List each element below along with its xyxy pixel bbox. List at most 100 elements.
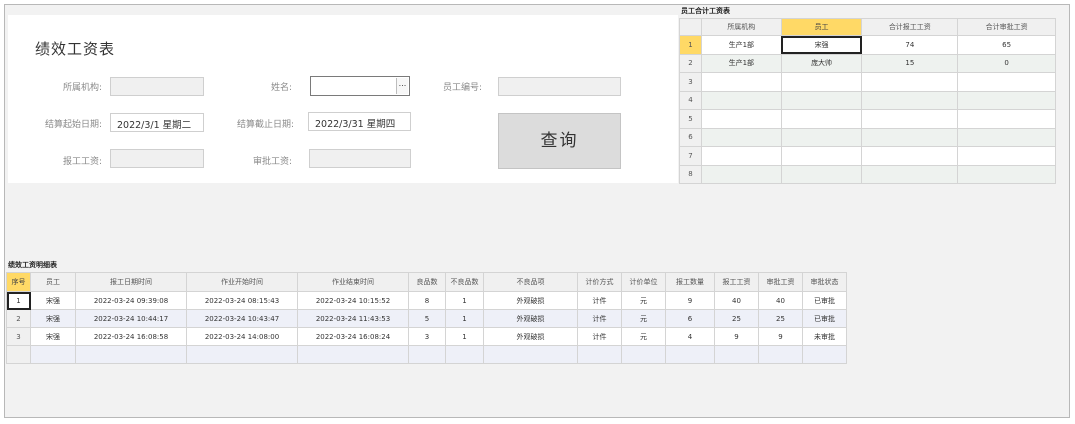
summary-cell-approve[interactable]: 65 [957, 35, 1056, 55]
summary-cell-emp[interactable] [780, 164, 863, 184]
detail-cell[interactable] [483, 345, 578, 364]
summary-cell-org[interactable] [700, 90, 782, 110]
detail-cell[interactable]: 元 [621, 327, 666, 346]
detail-cell[interactable] [445, 345, 484, 364]
detail-cell[interactable] [665, 345, 715, 364]
detail-cell[interactable]: 计件 [577, 309, 622, 328]
summary-cell-emp[interactable]: 宋强 [780, 35, 863, 55]
detail-cell[interactable]: 2022-03-24 10:44:17 [75, 309, 187, 328]
summary-row-header[interactable]: 4 [679, 90, 702, 110]
detail-cell[interactable]: 2022-03-24 14:08:00 [186, 327, 298, 346]
summary-cell-report[interactable] [861, 90, 959, 110]
detail-row-header[interactable]: 3 [6, 327, 31, 346]
summary-cell-emp[interactable] [780, 90, 863, 110]
detail-cell[interactable] [577, 345, 622, 364]
summary-cell-emp[interactable] [780, 109, 863, 129]
summary-cell-report[interactable] [861, 164, 959, 184]
detail-cell[interactable]: 已审批 [802, 291, 847, 310]
summary-cell-org[interactable]: 生产1部 [700, 35, 782, 55]
detail-cell[interactable]: 9 [758, 327, 803, 346]
detail-cell[interactable] [408, 345, 446, 364]
summary-cell-emp[interactable] [780, 146, 863, 166]
summary-cell-emp[interactable]: 庞大帅 [780, 53, 863, 73]
detail-cell[interactable] [802, 345, 847, 364]
start-date-field[interactable]: 2022/3/1 星期二 [110, 113, 204, 132]
summary-cell-approve[interactable] [957, 90, 1056, 110]
summary-cell-report[interactable] [861, 72, 959, 92]
summary-row-header[interactable]: 6 [679, 127, 702, 147]
report-wage-field[interactable] [110, 149, 204, 168]
summary-row-header[interactable]: 3 [679, 72, 702, 92]
detail-cell[interactable]: 9 [714, 327, 759, 346]
detail-cell[interactable]: 外观破损 [483, 327, 578, 346]
detail-cell[interactable]: 元 [621, 291, 666, 310]
detail-col-header[interactable]: 作业结束时间 [297, 272, 409, 292]
empno-field[interactable] [498, 77, 621, 96]
summary-cell-org[interactable]: 生产1部 [700, 53, 782, 73]
detail-col-header[interactable]: 作业开始时间 [186, 272, 298, 292]
summary-col-header[interactable]: 合计报工工资 [861, 18, 959, 36]
summary-cell-org[interactable] [700, 146, 782, 166]
detail-row-header[interactable]: 1 [6, 291, 31, 310]
detail-col-header[interactable]: 序号 [6, 272, 31, 292]
detail-cell[interactable]: 2022-03-24 10:15:52 [297, 291, 409, 310]
org-field[interactable] [110, 77, 204, 96]
detail-cell[interactable]: 40 [714, 291, 759, 310]
summary-cell-report[interactable]: 74 [861, 35, 959, 55]
approve-wage-field[interactable] [309, 149, 411, 168]
summary-col-header[interactable]: 员工 [780, 18, 863, 36]
query-button[interactable]: 查询 [498, 113, 621, 169]
summary-row-header[interactable]: 2 [679, 53, 702, 73]
end-date-field[interactable]: 2022/3/31 星期四 [308, 112, 411, 131]
summary-col-header[interactable]: 所属机构 [700, 18, 782, 36]
detail-cell[interactable] [297, 345, 409, 364]
detail-cell[interactable]: 2022-03-24 10:43:47 [186, 309, 298, 328]
detail-cell[interactable]: 2022-03-24 11:43:53 [297, 309, 409, 328]
summary-row-header[interactable]: 8 [679, 164, 702, 184]
detail-col-header[interactable]: 审批工资 [758, 272, 803, 292]
detail-col-header[interactable]: 报工工资 [714, 272, 759, 292]
summary-cell-org[interactable] [700, 164, 782, 184]
detail-cell[interactable]: 1 [445, 327, 484, 346]
summary-cell-approve[interactable] [957, 164, 1056, 184]
detail-col-header[interactable]: 良品数 [408, 272, 446, 292]
detail-cell[interactable] [714, 345, 759, 364]
detail-cell[interactable]: 1 [445, 291, 484, 310]
detail-cell[interactable]: 9 [665, 291, 715, 310]
summary-cell-emp[interactable] [780, 72, 863, 92]
detail-cell[interactable] [186, 345, 298, 364]
summary-cell-report[interactable]: 15 [861, 53, 959, 73]
detail-cell[interactable] [75, 345, 187, 364]
detail-col-header[interactable]: 报工日期时间 [75, 272, 187, 292]
summary-cell-report[interactable] [861, 146, 959, 166]
detail-cell[interactable]: 外观破损 [483, 291, 578, 310]
detail-row-header[interactable] [6, 345, 31, 364]
detail-cell[interactable]: 宋强 [30, 291, 76, 310]
detail-row-header[interactable]: 2 [6, 309, 31, 328]
detail-cell[interactable]: 2022-03-24 08:15:43 [186, 291, 298, 310]
detail-cell[interactable]: 宋强 [30, 309, 76, 328]
summary-cell-org[interactable] [700, 72, 782, 92]
detail-cell[interactable]: 8 [408, 291, 446, 310]
summary-cell-approve[interactable] [957, 109, 1056, 129]
detail-cell[interactable]: 2022-03-24 09:39:08 [75, 291, 187, 310]
summary-cell-emp[interactable] [780, 127, 863, 147]
detail-cell[interactable]: 4 [665, 327, 715, 346]
summary-corner-cell[interactable] [679, 18, 702, 36]
summary-cell-org[interactable] [700, 127, 782, 147]
detail-cell[interactable] [758, 345, 803, 364]
detail-col-header[interactable]: 报工数量 [665, 272, 715, 292]
detail-cell[interactable]: 6 [665, 309, 715, 328]
detail-cell[interactable] [30, 345, 76, 364]
detail-cell[interactable]: 25 [714, 309, 759, 328]
detail-cell[interactable]: 外观破损 [483, 309, 578, 328]
detail-cell[interactable]: 已审批 [802, 309, 847, 328]
detail-cell[interactable]: 2022-03-24 16:08:24 [297, 327, 409, 346]
summary-row-header[interactable]: 5 [679, 109, 702, 129]
summary-col-header[interactable]: 合计审批工资 [957, 18, 1056, 36]
detail-cell[interactable]: 宋强 [30, 327, 76, 346]
detail-cell[interactable] [621, 345, 666, 364]
detail-col-header[interactable]: 审批状态 [802, 272, 847, 292]
summary-row-header[interactable]: 1 [679, 35, 702, 55]
detail-cell[interactable]: 计件 [577, 327, 622, 346]
